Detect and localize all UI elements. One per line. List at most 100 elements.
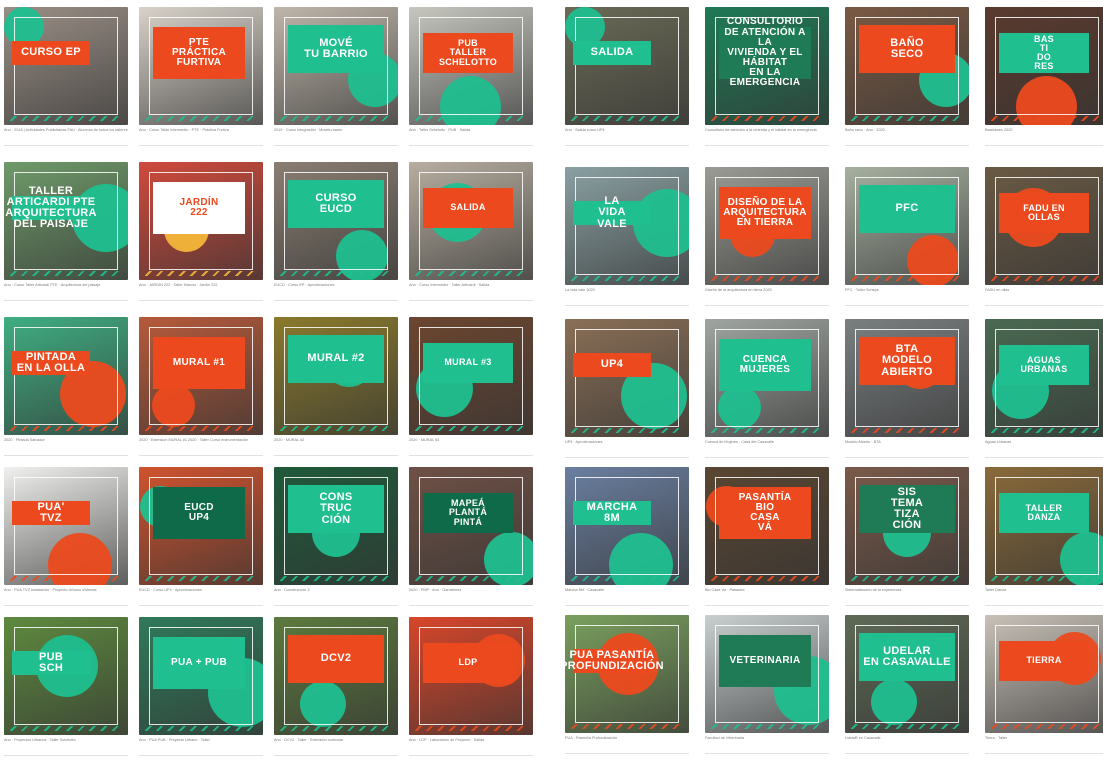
- card-caption[interactable]: Diseño de la arquitectura en tierra 2020: [705, 288, 829, 298]
- card-thumbnail[interactable]: PINTADA en la OLLA: [4, 317, 128, 435]
- gallery-card[interactable]: Veterinaria Facultad de Veterinaria: [705, 608, 829, 758]
- card-thumbnail[interactable]: BAS TI DO RES: [985, 7, 1103, 125]
- card-thumbnail[interactable]: CUENCA MUJERES: [705, 319, 829, 437]
- card-thumbnail[interactable]: Veterinaria: [705, 615, 829, 733]
- gallery-card[interactable]: CONS TRUC CIÓN Ano · Construcción 3: [274, 460, 398, 610]
- card-thumbnail[interactable]: BTA Modelo Abierto: [845, 319, 969, 437]
- card-caption[interactable]: EUCD · Curso EP · Aproximaciones: [274, 283, 398, 293]
- gallery-card[interactable]: PINTADA en la OLLA 2020 · Pintada Salvado…: [4, 310, 128, 460]
- card-thumbnail[interactable]: Marcha 8M: [565, 467, 689, 585]
- card-thumbnail[interactable]: PFC: [845, 167, 969, 285]
- card-caption[interactable]: Ano · Proyectos Urbanos · Taller Schelot…: [4, 738, 128, 748]
- gallery-card[interactable]: MOVÉ TU BARRIO 2019 · Curso Integración ·…: [274, 0, 398, 150]
- gallery-card[interactable]: JARDÍN 222 Ano · JARDIN 222 · Taller Marc…: [139, 155, 263, 305]
- card-thumbnail[interactable]: MAPEÁ PLANTÁ PINTÁ: [409, 467, 533, 585]
- card-thumbnail[interactable]: BAÑO SECO: [845, 7, 969, 125]
- gallery-card[interactable]: Pasantía Bio Casa Vá Bio Casa Vá · Pasant…: [705, 460, 829, 610]
- gallery-card[interactable]: TIERRA Tierra · Taller: [985, 608, 1103, 758]
- card-thumbnail[interactable]: MURAL #2: [274, 317, 398, 435]
- gallery-card[interactable]: MURAL #1 2020 · Extensión MURAL #1 2020 ·…: [139, 310, 263, 460]
- gallery-card[interactable]: TALLER ARTICARDI PTE ARQUITECTURA DEL PA…: [4, 155, 128, 305]
- card-caption[interactable]: UdelaR en Casavalle: [845, 736, 969, 746]
- card-caption[interactable]: Marcha 8M · Casavalle: [565, 588, 689, 598]
- card-thumbnail[interactable]: TALLER DANZA: [985, 467, 1103, 585]
- card-caption[interactable]: PUA · Pasantía Profundización: [565, 736, 689, 746]
- card-caption[interactable]: Ano · JARDIN 222 · Taller Marcos · Jardí…: [139, 283, 263, 293]
- gallery-card[interactable]: MURAL #2 2020 · MURAL #2: [274, 310, 398, 460]
- gallery-card[interactable]: CUENCA MUJERES Cuenca de Mujeres · Casa d…: [705, 312, 829, 462]
- card-caption[interactable]: Consultorio de atención a la vivienda y …: [705, 128, 829, 138]
- card-caption[interactable]: Bastidores 2020: [985, 128, 1103, 138]
- card-caption[interactable]: Ano · LDP · Laboratorio de Proyecto · Sa…: [409, 738, 533, 748]
- card-thumbnail[interactable]: La vida vale: [565, 167, 689, 285]
- card-caption[interactable]: Ano · DCV2 · Taller · Extensión curricul…: [274, 738, 398, 748]
- gallery-card[interactable]: SALIDA Ano · Curso Intermedio · Taller Ar…: [409, 155, 533, 305]
- card-thumbnail[interactable]: UP4: [565, 319, 689, 437]
- card-caption[interactable]: 2020 · PMP · Ano · Garrafones: [409, 588, 533, 598]
- card-thumbnail[interactable]: MURAL #1: [139, 317, 263, 435]
- card-caption[interactable]: Ano · Salida curso UP4: [565, 128, 689, 138]
- card-thumbnail[interactable]: PTE PRÁCTICA FURTIVA: [139, 7, 263, 125]
- card-thumbnail[interactable]: TIERRA: [985, 615, 1103, 733]
- card-caption[interactable]: Facultad de Veterinaria: [705, 736, 829, 746]
- card-caption[interactable]: Sistematización de la experiencia: [845, 588, 969, 598]
- gallery-card[interactable]: Consultorio de atención a la vivienda y …: [705, 0, 829, 150]
- gallery-card[interactable]: UDELAR EN CASAVALLE UdelaR en Casavalle: [845, 608, 969, 758]
- card-caption[interactable]: Baño seco · Ano · 2020: [845, 128, 969, 138]
- card-caption[interactable]: Ano · PUA TVZ Instalación · Proyecto Urb…: [4, 588, 128, 598]
- gallery-card[interactable]: CURSO EUCD EUCD · Curso EP · Aproximacion…: [274, 155, 398, 305]
- gallery-card[interactable]: BAÑO SECO Baño seco · Ano · 2020: [845, 0, 969, 150]
- card-thumbnail[interactable]: DISEÑO DE LA ARQUITECTURA EN TIERRA: [705, 167, 829, 285]
- gallery-card[interactable]: TALLER DANZA Taller Danza: [985, 460, 1103, 610]
- card-caption[interactable]: Modelo Abierto · BTA: [845, 440, 969, 450]
- card-caption[interactable]: Ano · PUA PUB · Proyecto Urbano · Taller: [139, 738, 263, 748]
- gallery-card[interactable]: MAPEÁ PLANTÁ PINTÁ 2020 · PMP · Ano · Gar…: [409, 460, 533, 610]
- card-caption[interactable]: 2020 · Extensión MURAL #1 2020 · Taller …: [139, 438, 263, 448]
- gallery-card[interactable]: Sis tema tiza ción Sistematización de la …: [845, 460, 969, 610]
- card-thumbnail[interactable]: Sis tema tiza ción: [845, 467, 969, 585]
- card-thumbnail[interactable]: MURAL #3: [409, 317, 533, 435]
- gallery-card[interactable]: SALIDA Ano · Salida curso UP4: [565, 0, 689, 150]
- gallery-card[interactable]: DCV2 Ano · DCV2 · Taller · Extensión curr…: [274, 610, 398, 760]
- gallery-card[interactable]: Marcha 8M Marcha 8M · Casavalle: [565, 460, 689, 610]
- card-caption[interactable]: 2020 · Pintada Salvador: [4, 438, 128, 448]
- card-caption[interactable]: Ano · Curso Intermedio · Taller Articard…: [409, 283, 533, 293]
- card-caption[interactable]: UP4 · Aproximaciones: [565, 440, 689, 450]
- card-thumbnail[interactable]: UDELAR EN CASAVALLE: [845, 615, 969, 733]
- card-caption[interactable]: Cuenca de Mujeres · Casa del Casavalle: [705, 440, 829, 450]
- gallery-card[interactable]: FADU EN OLLAS FADU en ollas: [985, 160, 1103, 310]
- gallery-card[interactable]: AGUAS URBANAS Aguas Urbanas: [985, 312, 1103, 462]
- card-thumbnail[interactable]: EUCD UP4: [139, 467, 263, 585]
- gallery-card[interactable]: PUA PASANTÍA PROFUNDIZACIÓN PUA · Pasantí…: [565, 608, 689, 758]
- card-caption[interactable]: PFC · Taller Scheps: [845, 288, 969, 298]
- gallery-card[interactable]: UP4 UP4 · Aproximaciones: [565, 312, 689, 462]
- gallery-card[interactable]: EUCD UP4 EUCD · Curso UP4 · Aproximacione…: [139, 460, 263, 610]
- card-thumbnail[interactable]: CONS TRUC CIÓN: [274, 467, 398, 585]
- gallery-card[interactable]: CURSO EP Ano · 2018 | Actividades Publici…: [4, 0, 128, 150]
- card-thumbnail[interactable]: TALLER ARTICARDI PTE ARQUITECTURA DEL PA…: [4, 162, 128, 280]
- card-caption[interactable]: Ano · 2018 | Actividades Publicitarias F…: [4, 128, 128, 138]
- gallery-card[interactable]: La vida vale La vida vale 2020: [565, 160, 689, 310]
- card-thumbnail[interactable]: AGUAS URBANAS: [985, 319, 1103, 437]
- card-thumbnail[interactable]: PUB SCH: [4, 617, 128, 735]
- gallery-card[interactable]: PUB TALLER SCHELOTTO Ano · Taller Schelot…: [409, 0, 533, 150]
- card-thumbnail[interactable]: PUB TALLER SCHELOTTO: [409, 7, 533, 125]
- card-caption[interactable]: EUCD · Curso UP4 · Aproximaciones: [139, 588, 263, 598]
- gallery-card[interactable]: PFC PFC · Taller Scheps: [845, 160, 969, 310]
- card-thumbnail[interactable]: JARDÍN 222: [139, 162, 263, 280]
- card-thumbnail[interactable]: FADU EN OLLAS: [985, 167, 1103, 285]
- card-caption[interactable]: La vida vale 2020: [565, 288, 689, 298]
- card-caption[interactable]: Ano · Curso Taller Intermedio · PTE · Pr…: [139, 128, 263, 138]
- card-thumbnail[interactable]: PUA' TVZ: [4, 467, 128, 585]
- gallery-card[interactable]: LDP Ano · LDP · Laboratorio de Proyecto ·…: [409, 610, 533, 760]
- card-thumbnail[interactable]: PUA + PUB: [139, 617, 263, 735]
- card-caption[interactable]: Bio Casa Vá · Pasantía: [705, 588, 829, 598]
- card-caption[interactable]: Ano · Construcción 3: [274, 588, 398, 598]
- card-thumbnail[interactable]: SALIDA: [409, 162, 533, 280]
- card-thumbnail[interactable]: CURSO EUCD: [274, 162, 398, 280]
- card-caption[interactable]: 2020 · MURAL #2: [274, 438, 398, 448]
- card-thumbnail[interactable]: PUA PASANTÍA PROFUNDIZACIÓN: [565, 615, 689, 733]
- gallery-card[interactable]: BTA Modelo Abierto Modelo Abierto · BTA: [845, 312, 969, 462]
- card-thumbnail[interactable]: DCV2: [274, 617, 398, 735]
- card-thumbnail[interactable]: MOVÉ TU BARRIO: [274, 7, 398, 125]
